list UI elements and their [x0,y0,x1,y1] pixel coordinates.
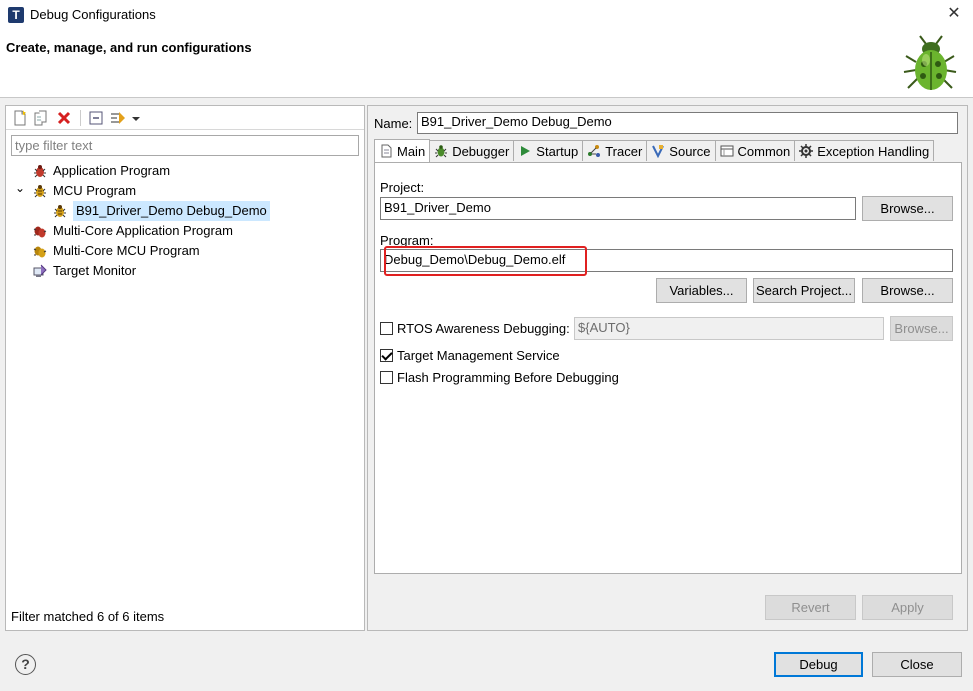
window-close-button[interactable]: ✕ [942,3,966,25]
tab-label: Main [397,143,426,159]
app-icon: T [8,7,24,23]
bug-gear-icon [435,145,448,158]
checkbox-box[interactable] [380,349,393,362]
tab-label: Tracer [605,143,643,159]
multi-bug-icon [33,246,47,258]
revert-button: Revert [765,595,856,620]
view-menu-chevron-down-icon[interactable] [130,109,142,127]
tab-debugger[interactable]: Debugger [429,140,515,161]
flash-programming-label: Flash Programming Before Debugging [397,370,619,385]
title-bar: T Debug Configurations ✕ [0,0,973,30]
variables-button[interactable]: Variables... [656,278,747,303]
rtos-browse-button: Browse... [890,316,953,341]
tab-common[interactable]: Common [714,140,796,161]
tab-label: Source [669,143,711,159]
tree-item-b91-driver-demo-debug-demo[interactable]: B91_Driver_Demo Debug_Demo [52,201,270,221]
main-tab-content: Project: B91_Driver_Demo Browse... Progr… [374,162,962,574]
delete-configuration-icon[interactable] [55,109,73,127]
bug-icon [34,165,46,178]
new-configuration-icon[interactable] [11,109,29,127]
tree-item-application-program[interactable]: Application Program [32,161,170,181]
tab-exception-handling[interactable]: Exception Handling [794,140,935,161]
tree-item-target-monitor[interactable]: Target Monitor [32,261,136,281]
tree-item-label: Target Monitor [53,263,137,278]
tab-main[interactable]: Main [374,139,431,162]
project-browse-button[interactable]: Browse... [862,196,953,221]
flash-programming-checkbox[interactable]: Flash Programming Before Debugging [380,370,619,385]
target-management-label: Target Management Service [397,348,560,363]
rtos-awareness-checkbox[interactable]: RTOS Awareness Debugging: [380,321,570,336]
name-label: Name: [374,116,413,131]
tracer-icon [588,145,601,157]
tab-label: Startup [536,143,579,159]
common-icon [720,145,733,157]
program-highlight-box [384,246,587,276]
checkbox-box[interactable] [380,371,393,384]
project-field[interactable]: B91_Driver_Demo [380,197,856,220]
name-field[interactable]: B91_Driver_Demo Debug_Demo [417,112,958,134]
filter-input[interactable] [11,135,359,156]
tree-item-multi-core-application-program[interactable]: Multi-Core Application Program [32,221,233,241]
rtos-field: ${AUTO} [574,317,884,340]
tree-toolbar [6,106,364,130]
multi-bug-icon [33,226,47,238]
tab-label: Common [737,143,791,159]
rtos-awareness-label: RTOS Awareness Debugging: [397,321,570,336]
tab-source[interactable]: Source [646,140,716,161]
bug-icon [34,185,46,198]
help-icon[interactable]: ? [15,654,36,675]
toolbar-separator [80,110,81,126]
play-icon [521,146,531,156]
tree-item-label: MCU Program [53,183,137,198]
target-management-checkbox[interactable]: Target Management Service [380,348,560,363]
gear-icon [799,144,814,158]
bug-icon [54,205,66,218]
expander-chevron-down-icon[interactable]: ⌄ [15,182,27,194]
project-label: Project: [380,180,425,195]
tab-tracer[interactable]: Tracer [582,140,648,161]
monitor-icon [33,264,47,277]
apply-button: Apply [862,595,953,620]
tab-label: Debugger [452,143,510,159]
tree-item-label: B91_Driver_Demo Debug_Demo [73,201,270,221]
checkbox-box[interactable] [380,322,393,335]
close-button[interactable]: Close [872,652,962,677]
tree-item-multi-core-mcu-program[interactable]: Multi-Core MCU Program [32,241,200,261]
tab-startup[interactable]: Startup [513,140,584,161]
tree-item-label: Multi-Core Application Program [53,223,233,238]
tree-item-label: Multi-Core MCU Program [53,243,200,258]
source-icon [652,145,665,158]
configuration-editor-panel: Name: B91_Driver_Demo Debug_Demo Main De… [367,105,968,631]
tree-item-mcu-program[interactable]: ⌄ MCU Program [15,181,136,201]
window-title: Debug Configurations [30,7,156,22]
program-browse-button[interactable]: Browse... [862,278,953,303]
filter-configurations-icon[interactable] [109,109,127,127]
search-project-button[interactable]: Search Project... [753,278,855,303]
tree-item-label: Application Program [53,163,171,178]
config-tabs: Main Debugger Startup Tracer Source Comm… [374,139,935,162]
document-icon [381,144,392,158]
duplicate-configuration-icon[interactable] [32,109,50,127]
banner-title: Create, manage, and run configurations [6,40,252,55]
debug-bug-logo-icon [903,35,957,90]
tab-label: Exception Handling [817,143,930,159]
dialog-banner: Create, manage, and run configurations [0,30,973,98]
collapse-all-icon[interactable] [87,109,105,127]
filter-status-text: Filter matched 6 of 6 items [11,609,165,624]
configuration-tree-panel: Application Program ⌄ MCU Program B91_Dr… [5,105,365,631]
debug-button[interactable]: Debug [774,652,863,677]
